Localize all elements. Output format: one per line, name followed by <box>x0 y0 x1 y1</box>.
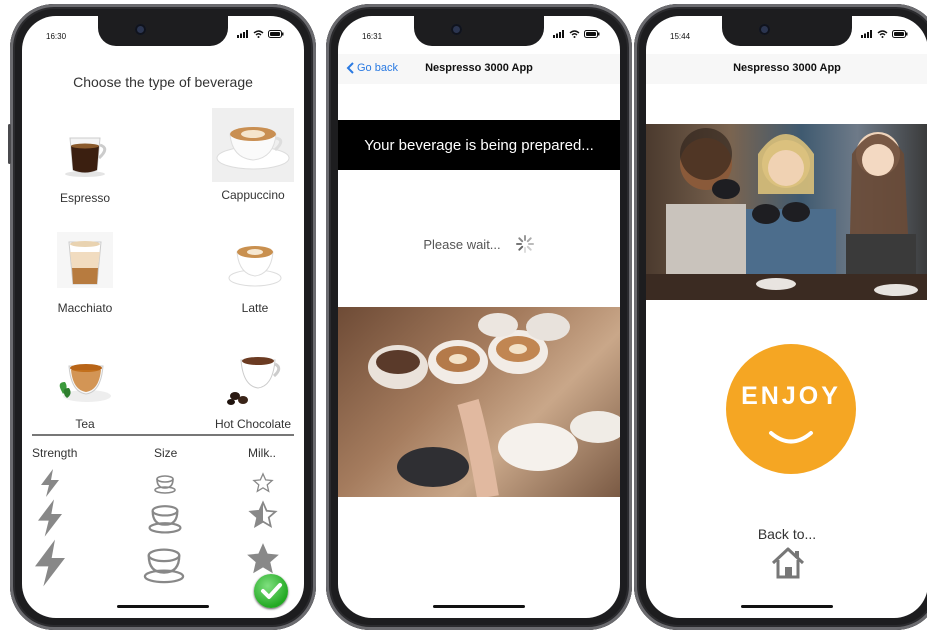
notch <box>98 16 228 46</box>
wait-indicator: Please wait... <box>338 234 620 254</box>
phone-frame-1: 16:30 Choose the type of beverage Espres… <box>8 4 316 630</box>
strength-medium-icon[interactable] <box>34 498 66 538</box>
status-icons <box>553 30 600 38</box>
beverage-macchiato[interactable]: Macchiato <box>30 230 140 315</box>
hot-chocolate-cup-icon <box>227 357 281 405</box>
phone-frame-3: 15:44 Nespresso 3000 App ENJOY Back to..… <box>634 4 927 630</box>
camera-icon <box>759 24 770 35</box>
wait-text: Please wait... <box>423 236 501 252</box>
confirm-button[interactable] <box>254 574 288 608</box>
preparing-screen: 16:31 Go back Nespresso 3000 App Your be… <box>338 16 620 618</box>
macchiato-glass-icon <box>57 232 113 288</box>
beverage-label: Macchiato <box>57 301 113 315</box>
volume-button <box>8 124 11 164</box>
cappuccino-cup-icon <box>216 127 290 170</box>
loading-spinner-icon <box>515 235 534 253</box>
battery-icon <box>584 30 600 38</box>
enjoy-screen: 15:44 Nespresso 3000 App ENJOY Back to..… <box>646 16 927 618</box>
app-title: Nespresso 3000 App <box>425 62 533 74</box>
strength-low-icon[interactable] <box>38 468 62 498</box>
status-time: 16:30 <box>46 32 67 41</box>
coffee-cheers-photo <box>338 307 620 497</box>
beverage-label: Hot Chocolate <box>214 417 292 431</box>
status-icons <box>237 30 284 38</box>
beverage-latte[interactable]: Latte <box>200 230 304 315</box>
cup-large-icon[interactable] <box>142 542 186 584</box>
camera-icon <box>135 24 146 35</box>
cup-medium-icon[interactable] <box>148 500 182 534</box>
phone-frame-2: 16:31 Go back Nespresso 3000 App Your be… <box>326 4 632 630</box>
preparing-banner: Your beverage is being prepared... <box>338 120 620 170</box>
beverage-label: Espresso <box>59 191 111 205</box>
milk-full-star-icon[interactable] <box>244 540 282 578</box>
cappuccino-photo <box>212 108 294 182</box>
cup-small-icon[interactable] <box>154 472 176 494</box>
battery-icon <box>268 30 284 38</box>
divider <box>32 434 294 436</box>
home-indicator[interactable] <box>117 605 209 608</box>
strength-high-icon[interactable] <box>30 538 70 588</box>
milk-half-star-icon[interactable] <box>248 500 278 530</box>
back-to-label: Back to... <box>757 526 817 542</box>
battery-icon <box>892 30 908 38</box>
wifi-icon <box>569 30 580 38</box>
status-icons <box>861 30 908 38</box>
latte-cup-icon <box>228 246 282 287</box>
friends-illustration <box>646 128 927 300</box>
signal-icon <box>237 30 248 38</box>
strength-label: Strength <box>32 446 78 460</box>
notch <box>414 16 544 46</box>
nav-bar: Nespresso 3000 App <box>646 54 927 84</box>
home-indicator[interactable] <box>433 605 525 608</box>
signal-icon <box>553 30 564 38</box>
friends-coffee-photo <box>646 124 927 300</box>
beverage-label: Latte <box>241 301 269 315</box>
milk-label: Milk.. <box>248 446 276 460</box>
size-label: Size <box>154 446 178 460</box>
espresso-cup-icon <box>65 137 107 177</box>
beverage-tea[interactable]: Tea <box>30 346 140 431</box>
smile-icon <box>769 431 813 444</box>
camera-icon <box>451 24 462 35</box>
home-icon[interactable] <box>770 546 806 580</box>
wifi-icon <box>253 30 264 38</box>
beverage-espresso[interactable]: Espresso <box>30 120 140 205</box>
page-title: Choose the type of beverage <box>73 74 253 90</box>
home-indicator[interactable] <box>741 605 833 608</box>
beverage-label: Cappuccino <box>221 188 285 202</box>
status-time: 15:44 <box>670 32 691 41</box>
beverage-cappuccino[interactable]: Cappuccino <box>198 108 304 202</box>
beverage-label: Tea <box>75 417 95 431</box>
notch <box>722 16 852 46</box>
wifi-icon <box>877 30 888 38</box>
checkmark-icon <box>261 583 282 599</box>
enjoy-logo: ENJOY <box>726 344 856 474</box>
milk-none-star-icon[interactable] <box>252 472 274 494</box>
beverage-selection-screen: 16:30 Choose the type of beverage Espres… <box>22 16 304 618</box>
signal-icon <box>861 30 872 38</box>
nav-bar: Go back Nespresso 3000 App <box>338 54 620 84</box>
app-title: Nespresso 3000 App <box>733 62 841 74</box>
status-time: 16:31 <box>362 32 383 41</box>
tea-cup-icon <box>59 364 111 402</box>
enjoy-text: ENJOY <box>741 382 841 410</box>
beverage-hot-chocolate[interactable]: Hot Chocolate <box>198 346 304 431</box>
coffee-cups-illustration <box>368 313 620 497</box>
